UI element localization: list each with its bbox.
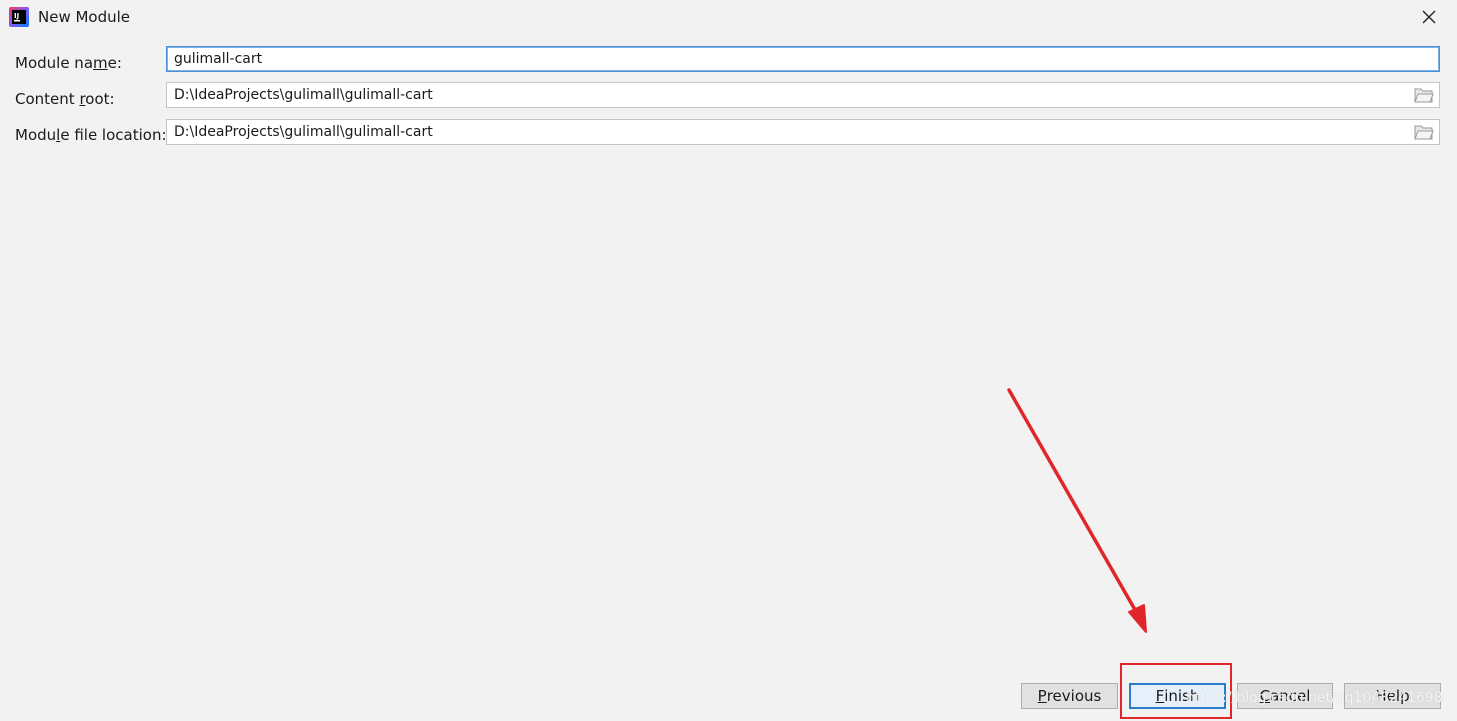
- close-button[interactable]: [1416, 4, 1442, 30]
- annotation-arrow: [1007, 388, 1147, 633]
- content-root-field: [166, 82, 1440, 108]
- close-icon: [1422, 10, 1436, 24]
- folder-icon[interactable]: [1414, 86, 1434, 104]
- folder-icon[interactable]: [1414, 123, 1434, 141]
- title-bar: IJ New Module: [0, 0, 1457, 36]
- previous-button[interactable]: Previous: [1021, 683, 1118, 709]
- watermark-text: https://blog.csdn.net/qq1048241698: [1186, 690, 1443, 706]
- svg-text:IJ: IJ: [14, 12, 19, 20]
- window-title: New Module: [38, 8, 131, 26]
- module-name-label: Module name:: [15, 54, 122, 72]
- module-file-location-field: [166, 119, 1440, 145]
- content-root-label: Content root:: [15, 90, 115, 108]
- content-root-input[interactable]: [166, 82, 1440, 108]
- module-file-location-input[interactable]: [166, 119, 1440, 145]
- module-file-location-label: Module file location:: [15, 126, 167, 144]
- intellij-idea-icon: IJ: [9, 7, 29, 27]
- module-name-input[interactable]: [166, 46, 1440, 72]
